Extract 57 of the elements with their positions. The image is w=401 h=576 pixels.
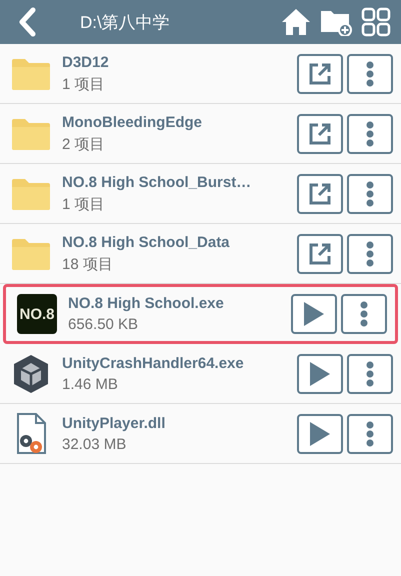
play-icon (309, 360, 331, 386)
file-row[interactable]: UnityCrashHandler64.exe 1.46 MB (0, 344, 401, 404)
open-button[interactable] (297, 174, 343, 214)
more-button[interactable] (347, 54, 393, 94)
more-button[interactable] (347, 174, 393, 214)
more-button[interactable] (347, 354, 393, 394)
more-button[interactable] (347, 234, 393, 274)
file-name: NO.8 High School_Burst… (62, 174, 252, 190)
gear-file-icon (14, 412, 48, 454)
open-external-icon (308, 62, 332, 86)
file-name: UnityCrashHandler64.exe (62, 354, 245, 372)
file-row[interactable]: NO.8 High School_Burst… 1 项目 (0, 164, 401, 224)
file-row[interactable]: MonoBleedingEdge 2 项目 (0, 104, 401, 164)
more-button[interactable] (341, 294, 387, 334)
more-dots-icon (366, 360, 374, 386)
file-name: UnityPlayer.dll (62, 414, 166, 432)
more-dots-icon (366, 120, 374, 146)
file-info: 1.46 MB (62, 376, 119, 392)
more-button[interactable] (347, 114, 393, 154)
folder-icon (10, 176, 52, 210)
folder-icon (10, 236, 52, 270)
folder-icon (10, 116, 52, 150)
file-name: MonoBleedingEdge (62, 114, 203, 130)
file-info: 18 项目 (62, 254, 114, 274)
file-info: 656.50 KB (68, 316, 140, 333)
open-external-icon (308, 182, 332, 206)
run-button[interactable] (297, 354, 343, 394)
folder-icon (10, 56, 52, 90)
file-info: 1 项目 (62, 194, 106, 214)
run-button[interactable] (297, 414, 343, 454)
play-icon (309, 420, 331, 446)
file-name: D3D12 (62, 54, 110, 70)
open-button[interactable] (297, 234, 343, 274)
file-info: 32.03 MB (62, 436, 128, 452)
more-dots-icon (366, 180, 374, 206)
file-info: 1 项目 (62, 74, 106, 94)
file-row[interactable]: D3D12 1 项目 (0, 44, 401, 104)
more-dots-icon (366, 240, 374, 266)
more-dots-icon (366, 60, 374, 86)
app-logo: NO.8 (17, 294, 57, 334)
play-icon (303, 301, 325, 327)
open-external-icon (308, 122, 332, 146)
cube-icon (12, 354, 50, 394)
file-row[interactable]: UnityPlayer.dll 32.03 MB (0, 404, 401, 464)
more-dots-icon (360, 301, 368, 327)
file-name: NO.8 High School_Data (62, 234, 231, 250)
file-row[interactable]: NO.8 High School_Data 18 项目 (0, 224, 401, 284)
grid-view-button[interactable] (359, 5, 393, 39)
open-button[interactable] (297, 114, 343, 154)
open-button[interactable] (297, 54, 343, 94)
folder-path: D:\第八中学 (80, 12, 171, 34)
file-name: NO.8 High School.exe (68, 295, 225, 312)
run-button[interactable] (291, 294, 337, 334)
file-info: 2 项目 (62, 134, 106, 154)
more-dots-icon (366, 420, 374, 446)
open-external-icon (308, 242, 332, 266)
more-button[interactable] (347, 414, 393, 454)
